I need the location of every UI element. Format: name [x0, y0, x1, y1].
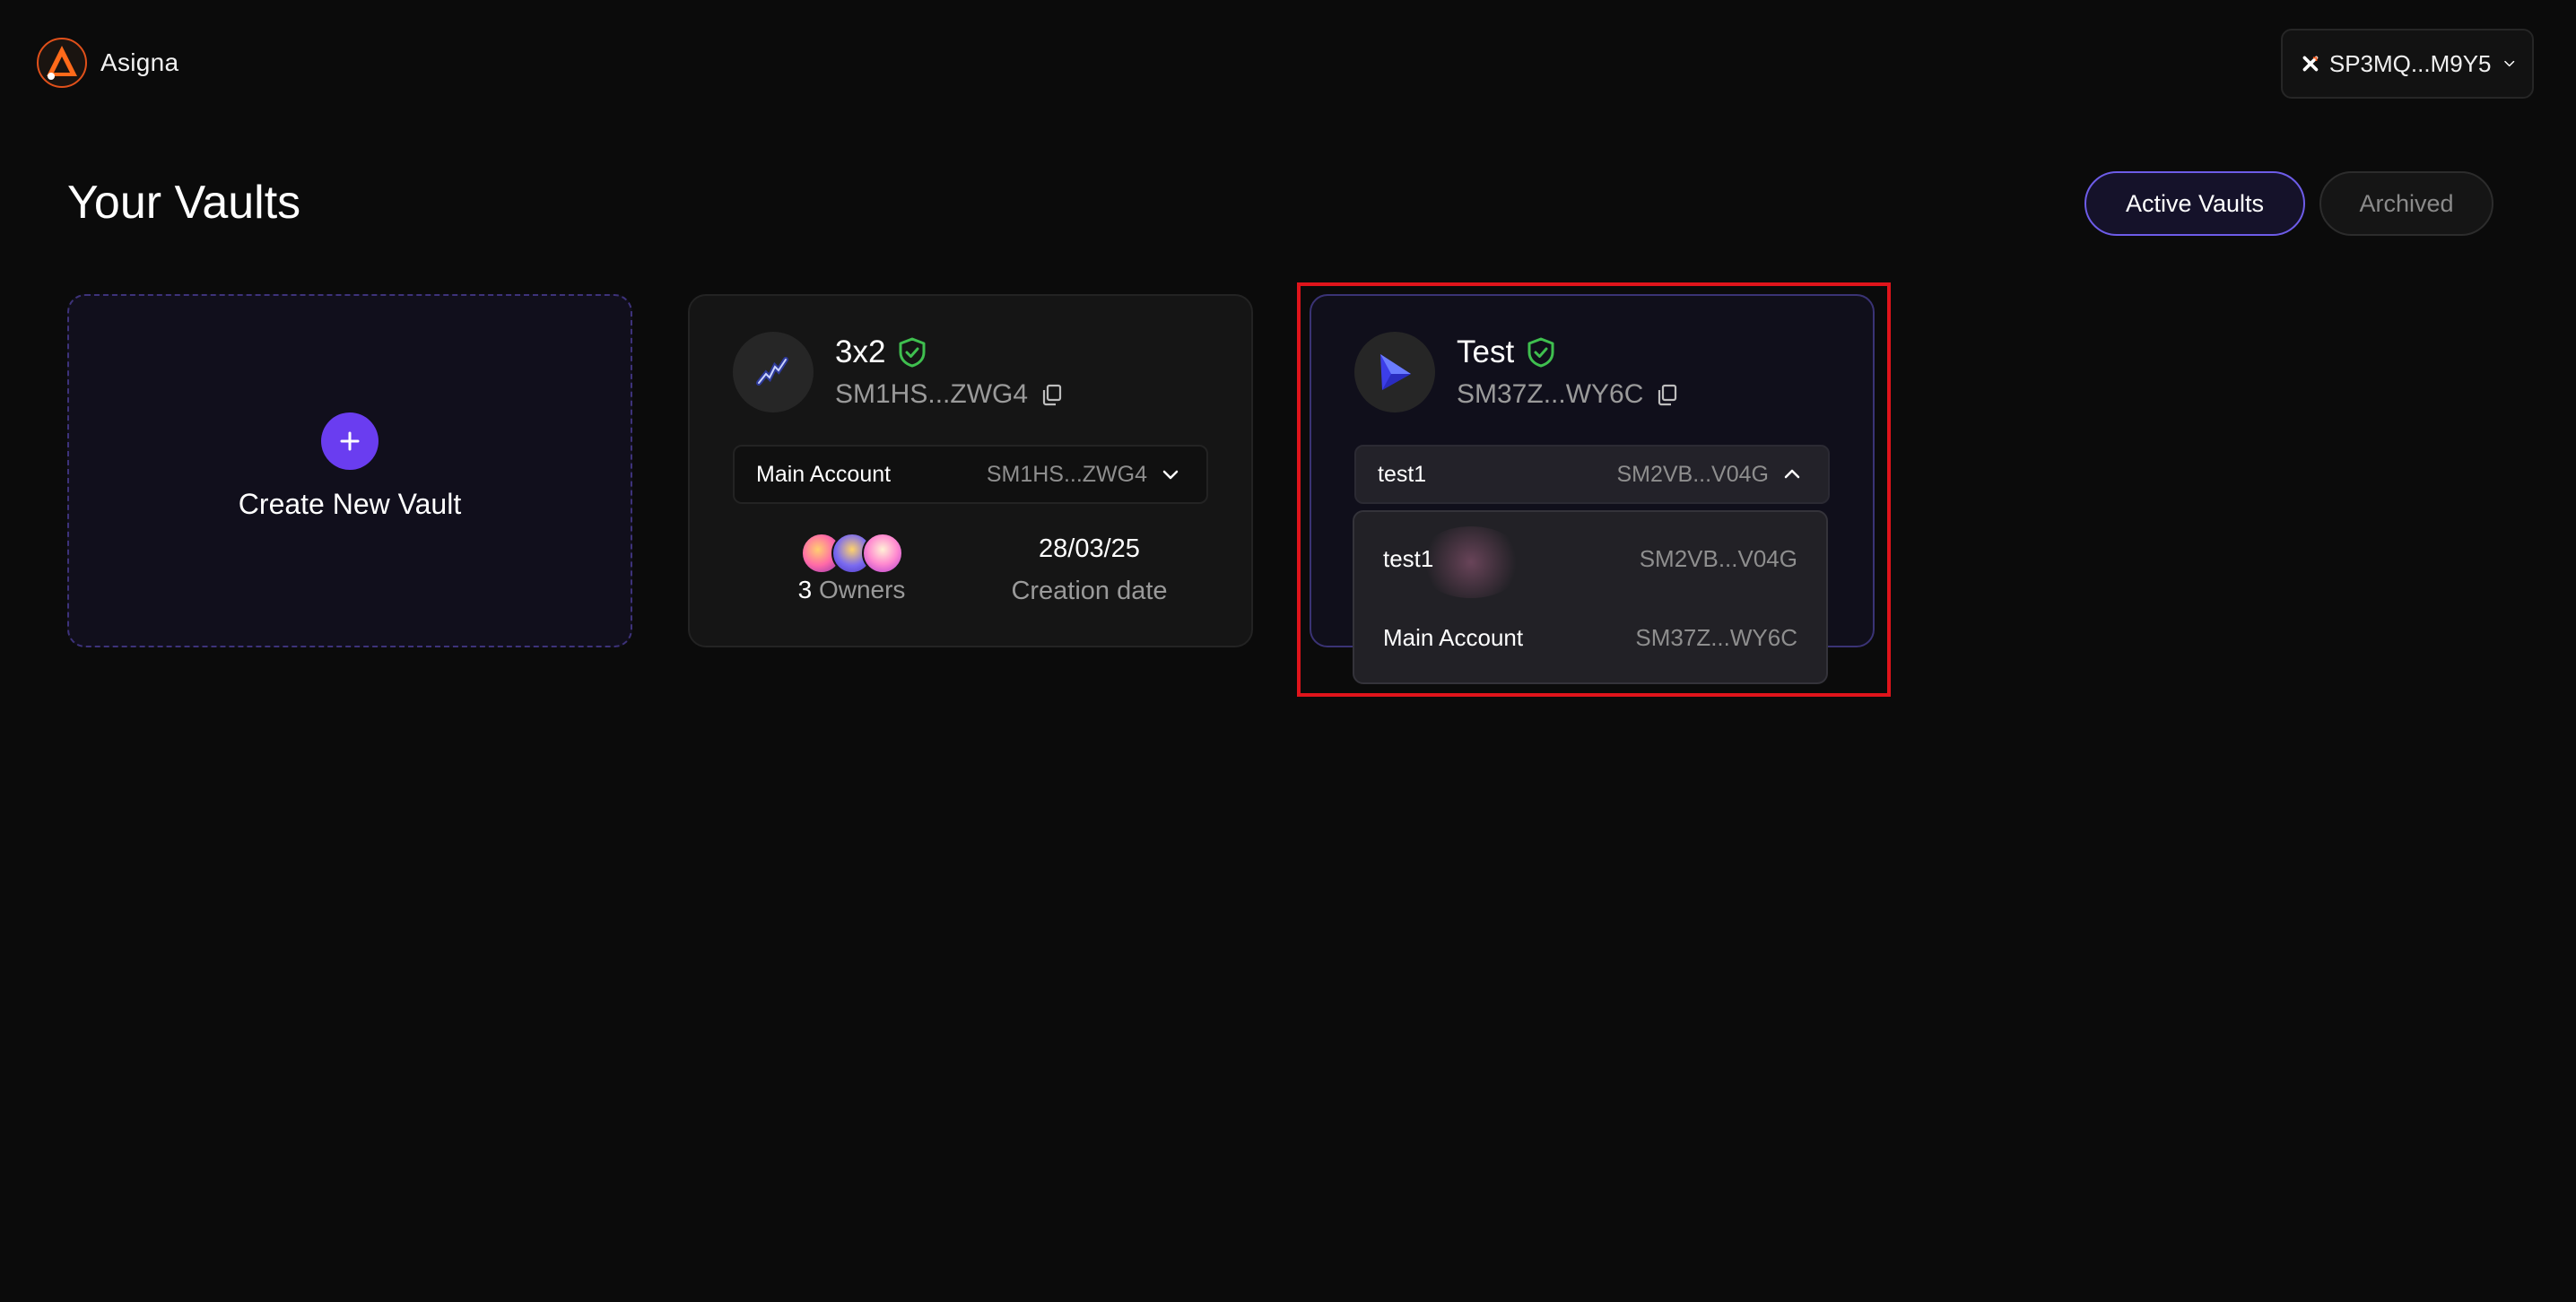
vault-name: Test: [1457, 334, 1515, 369]
page-title: Your Vaults: [67, 177, 301, 229]
option-label: Main Account: [1383, 623, 1524, 651]
create-vault-label: Create New Vault: [238, 487, 462, 520]
owners-label: Owners: [818, 576, 906, 603]
account-label: Main Account: [756, 461, 892, 487]
copy-icon[interactable]: [1040, 383, 1064, 406]
option-label: test1: [1383, 544, 1434, 572]
account-label: test1: [1378, 461, 1427, 487]
wallet-address: SP3MQ...M9Y5: [2328, 49, 2492, 77]
vault-avatar: [1354, 332, 1435, 412]
owners-stat: 3 Owners: [733, 533, 970, 606]
vault-stats: 3 Owners 28/03/25 Creation date: [733, 533, 1208, 606]
vault-header: Test SM37Z...WY6C: [1354, 332, 1679, 412]
app-logo[interactable]: Asigna: [36, 37, 178, 89]
wallet-button[interactable]: SP3MQ...M9Y5: [2281, 29, 2534, 99]
option-address: SM37Z...WY6C: [1635, 623, 1797, 651]
vault-address: SM37Z...WY6C: [1457, 379, 1644, 409]
asigna-logo-icon: [37, 38, 87, 88]
vault-info: Test SM37Z...WY6C: [1457, 334, 1679, 410]
vaults-page: Asigna SP3MQ...M9Y5 Your Vaults Active V…: [0, 0, 2576, 1302]
tab-active-vaults[interactable]: Active Vaults: [2084, 171, 2305, 236]
vault-address-row: SM37Z...WY6C: [1457, 379, 1679, 410]
dropdown-option[interactable]: Main Account SM37Z...WY6C: [1354, 598, 1826, 677]
chevron-up-icon: [1784, 469, 1800, 479]
add-vault-button[interactable]: [321, 412, 379, 470]
vault-name: 3x2: [835, 334, 886, 369]
vault-logo-icon: [756, 357, 788, 386]
account-select[interactable]: test1 SM2VB...V04G: [1354, 445, 1830, 504]
vault-logo-icon: [1380, 354, 1411, 390]
owners-count: 3: [797, 576, 813, 603]
creation-date-label: Creation date: [1011, 577, 1168, 605]
vault-card[interactable]: 3x2 SM1HS...ZWG4 Main Account SM1HS...ZW…: [688, 294, 1253, 647]
creation-date-stat: 28/03/25 Creation date: [970, 533, 1208, 606]
vault-tabs: Active Vaults Archived: [2084, 171, 2493, 236]
x-wallet-icon: [2302, 56, 2319, 72]
create-vault-card[interactable]: Create New Vault: [67, 294, 632, 647]
tab-archived[interactable]: Archived: [2319, 171, 2493, 236]
chevron-down-icon: [1162, 470, 1179, 480]
vault-name-row: 3x2: [835, 334, 1064, 370]
app-name: Asigna: [100, 48, 179, 76]
vault-header: 3x2 SM1HS...ZWG4: [733, 332, 1064, 412]
plus-icon: [340, 431, 360, 450]
verified-shield-icon: [1527, 337, 1554, 368]
verified-shield-icon: [899, 337, 926, 368]
account-dropdown-menu: test1 SM2VB...V04G Main Account SM37Z...…: [1353, 510, 1828, 684]
vault-avatar: [733, 332, 814, 412]
owners-text: 3 Owners: [798, 576, 906, 604]
owner-avatar: [861, 533, 903, 574]
vault-name-row: Test: [1457, 334, 1679, 370]
option-address: SM2VB...V04G: [1639, 544, 1797, 572]
vault-address-row: SM1HS...ZWG4: [835, 379, 1064, 410]
copy-icon[interactable]: [1656, 383, 1679, 406]
account-select[interactable]: Main Account SM1HS...ZWG4: [733, 445, 1208, 504]
account-address: SM2VB...V04G: [1616, 461, 1769, 487]
vault-info: 3x2 SM1HS...ZWG4: [835, 334, 1064, 410]
dropdown-option[interactable]: test1 SM2VB...V04G: [1354, 519, 1826, 598]
account-address: SM1HS...ZWG4: [986, 461, 1147, 487]
vault-address: SM1HS...ZWG4: [835, 379, 1029, 409]
chevron-down-icon: [2503, 60, 2514, 67]
creation-date-value: 28/03/25: [1039, 534, 1140, 563]
owners-avatars: [800, 533, 903, 574]
